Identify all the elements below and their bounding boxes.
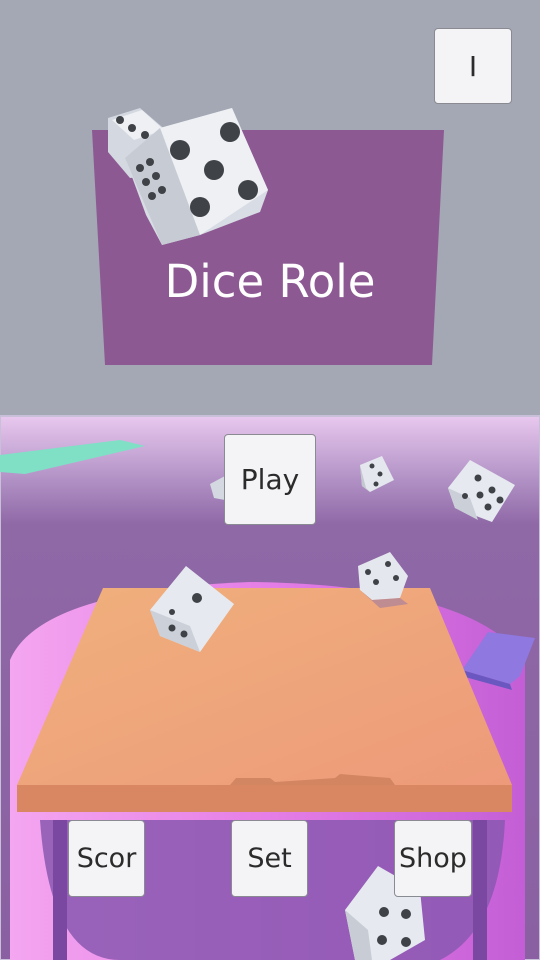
info-button[interactable]: I xyxy=(434,28,512,104)
score-button[interactable]: Scor xyxy=(68,820,145,897)
shop-button[interactable]: Shop xyxy=(394,820,472,897)
table xyxy=(17,588,512,812)
play-button[interactable]: Play xyxy=(224,434,316,525)
settings-button[interactable]: Set xyxy=(231,820,308,897)
game-title: Dice Role xyxy=(164,255,376,308)
